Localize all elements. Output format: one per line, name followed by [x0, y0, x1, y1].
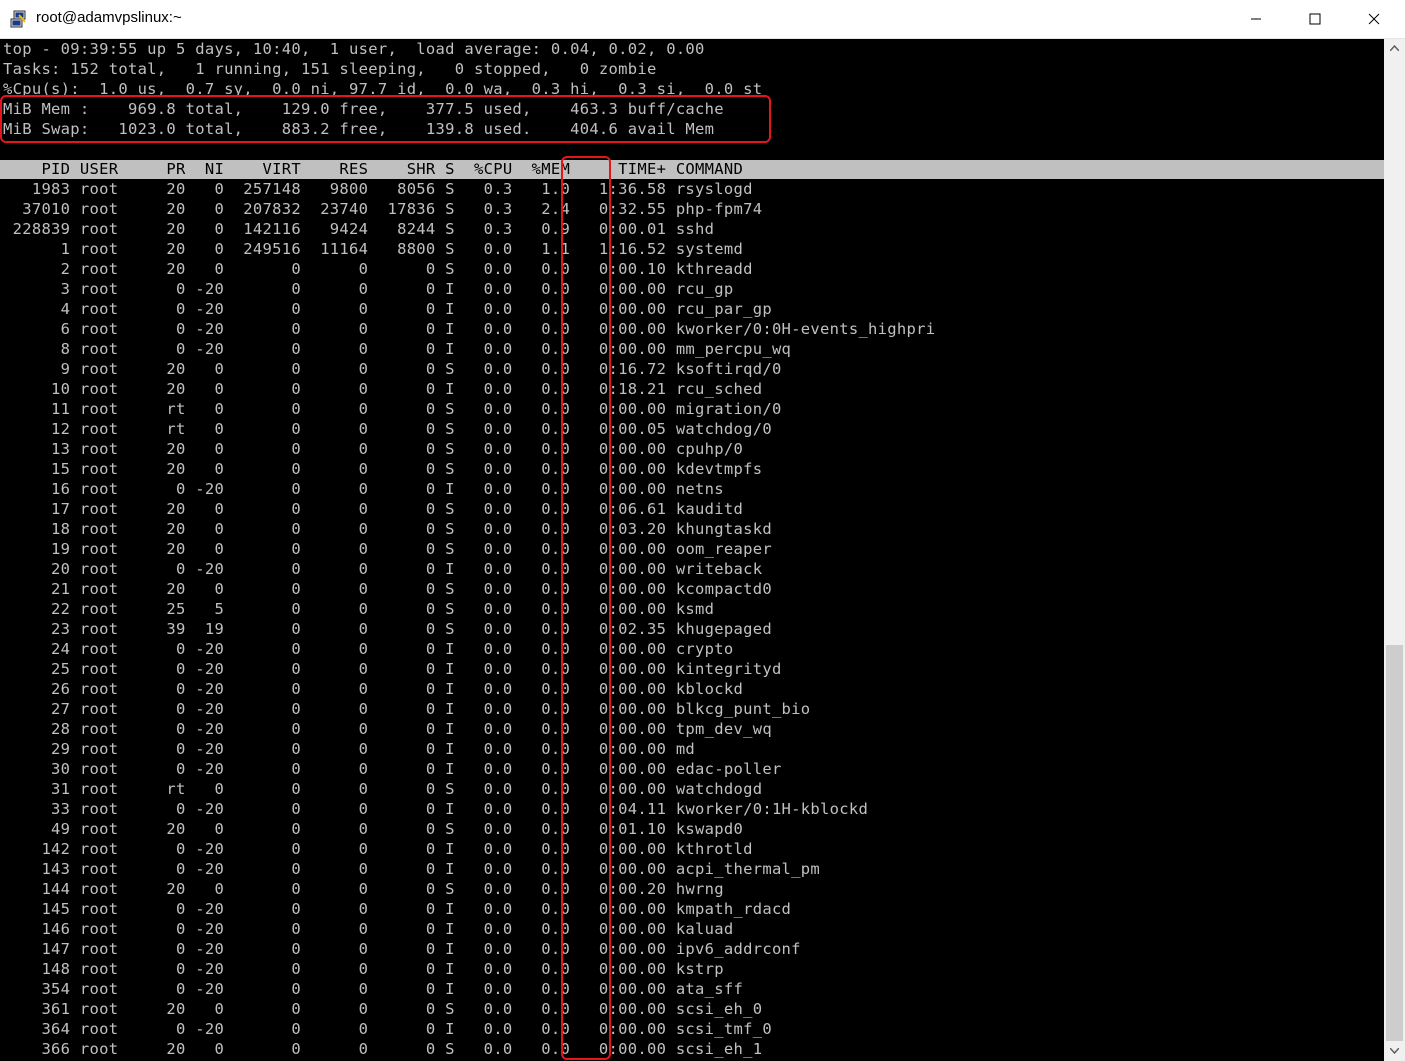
process-row: 11 root rt 0 0 0 0 S 0.0 0.0 0:00.00 mig… [3, 400, 782, 418]
close-icon [1368, 13, 1380, 25]
process-row: 145 root 0 -20 0 0 0 I 0.0 0.0 0:00.00 k… [3, 900, 792, 918]
process-row: 366 root 20 0 0 0 0 S 0.0 0.0 0:00.00 sc… [3, 1040, 763, 1058]
column-header: PID USER PR NI VIRT RES SHR S %CPU %MEM … [3, 160, 744, 178]
process-row: 22 root 25 5 0 0 0 S 0.0 0.0 0:00.00 ksm… [3, 600, 715, 618]
mem-line: MiB Mem : 969.8 total, 129.0 free, 377.5… [3, 100, 724, 118]
process-row: 2 root 20 0 0 0 0 S 0.0 0.0 0:00.10 kthr… [3, 260, 753, 278]
process-row: 29 root 0 -20 0 0 0 I 0.0 0.0 0:00.00 md [3, 740, 696, 758]
putty-icon [10, 10, 26, 28]
process-row: 31 root rt 0 0 0 0 S 0.0 0.0 0:00.00 wat… [3, 780, 763, 798]
process-row: 364 root 0 -20 0 0 0 I 0.0 0.0 0:00.00 s… [3, 1020, 772, 1038]
process-row: 12 root rt 0 0 0 0 S 0.0 0.0 0:00.05 wat… [3, 420, 772, 438]
scrollbar-thumb[interactable] [1386, 645, 1403, 1041]
close-button[interactable] [1345, 0, 1403, 38]
minimize-icon [1251, 18, 1261, 20]
process-row: 10 root 20 0 0 0 0 I 0.0 0.0 0:18.21 rcu… [3, 380, 763, 398]
process-row: 228839 root 20 0 142116 9424 8244 S 0.3 … [3, 220, 715, 238]
process-row: 4 root 0 -20 0 0 0 I 0.0 0.0 0:00.00 rcu… [3, 300, 772, 318]
process-row: 23 root 39 19 0 0 0 S 0.0 0.0 0:02.35 kh… [3, 620, 772, 638]
process-row: 6 root 0 -20 0 0 0 I 0.0 0.0 0:00.00 kwo… [3, 320, 936, 338]
process-row: 33 root 0 -20 0 0 0 I 0.0 0.0 0:04.11 kw… [3, 800, 869, 818]
cpu-line: %Cpu(s): 1.0 us, 0.7 sy, 0.0 ni, 97.7 id… [3, 80, 763, 98]
process-row: 18 root 20 0 0 0 0 S 0.0 0.0 0:03.20 khu… [3, 520, 772, 538]
process-row: 13 root 20 0 0 0 0 S 0.0 0.0 0:00.00 cpu… [3, 440, 744, 458]
minimize-button[interactable] [1227, 0, 1285, 38]
process-row: 37010 root 20 0 207832 23740 17836 S 0.3… [3, 200, 763, 218]
scroll-down-button[interactable] [1384, 1042, 1405, 1060]
process-row: 146 root 0 -20 0 0 0 I 0.0 0.0 0:00.00 k… [3, 920, 734, 938]
process-row: 15 root 20 0 0 0 0 S 0.0 0.0 0:00.00 kde… [3, 460, 763, 478]
window-title: root@adamvpslinux:~ [36, 9, 182, 26]
chevron-down-icon [1390, 1048, 1399, 1054]
title-bar[interactable]: root@adamvpslinux:~ [0, 0, 1405, 39]
process-row: 144 root 20 0 0 0 0 S 0.0 0.0 0:00.20 hw… [3, 880, 724, 898]
process-row: 19 root 20 0 0 0 0 S 0.0 0.0 0:00.00 oom… [3, 540, 772, 558]
process-row: 28 root 0 -20 0 0 0 I 0.0 0.0 0:00.00 tp… [3, 720, 772, 738]
process-row: 142 root 0 -20 0 0 0 I 0.0 0.0 0:00.00 k… [3, 840, 753, 858]
process-row: 27 root 0 -20 0 0 0 I 0.0 0.0 0:00.00 bl… [3, 700, 811, 718]
process-row: 17 root 20 0 0 0 0 S 0.0 0.0 0:06.61 kau… [3, 500, 744, 518]
process-row: 26 root 0 -20 0 0 0 I 0.0 0.0 0:00.00 kb… [3, 680, 744, 698]
process-row: 20 root 0 -20 0 0 0 I 0.0 0.0 0:00.00 wr… [3, 560, 763, 578]
process-row: 354 root 0 -20 0 0 0 I 0.0 0.0 0:00.00 a… [3, 980, 744, 998]
uptime-line: top - 09:39:55 up 5 days, 10:40, 1 user,… [3, 40, 705, 58]
swap-line: MiB Swap: 1023.0 total, 883.2 free, 139.… [3, 120, 715, 138]
scroll-up-button[interactable] [1384, 39, 1405, 57]
process-row: 49 root 20 0 0 0 0 S 0.0 0.0 0:01.10 ksw… [3, 820, 744, 838]
process-row: 361 root 20 0 0 0 0 S 0.0 0.0 0:00.00 sc… [3, 1000, 763, 1018]
process-row: 16 root 0 -20 0 0 0 I 0.0 0.0 0:00.00 ne… [3, 480, 724, 498]
maximize-icon [1309, 13, 1321, 25]
vertical-scrollbar[interactable] [1384, 39, 1405, 1061]
chevron-up-icon [1390, 45, 1399, 51]
process-row: 147 root 0 -20 0 0 0 I 0.0 0.0 0:00.00 i… [3, 940, 801, 958]
maximize-button[interactable] [1286, 0, 1344, 38]
process-row: 1983 root 20 0 257148 9800 8056 S 0.3 1.… [3, 180, 753, 198]
process-row: 21 root 20 0 0 0 0 S 0.0 0.0 0:00.00 kco… [3, 580, 772, 598]
process-row: 9 root 20 0 0 0 0 S 0.0 0.0 0:16.72 ksof… [3, 360, 782, 378]
process-row: 143 root 0 -20 0 0 0 I 0.0 0.0 0:00.00 a… [3, 860, 821, 878]
process-row: 8 root 0 -20 0 0 0 I 0.0 0.0 0:00.00 mm_… [3, 340, 792, 358]
process-row: 3 root 0 -20 0 0 0 I 0.0 0.0 0:00.00 rcu… [3, 280, 734, 298]
process-row: 148 root 0 -20 0 0 0 I 0.0 0.0 0:00.00 k… [3, 960, 724, 978]
process-row: 24 root 0 -20 0 0 0 I 0.0 0.0 0:00.00 cr… [3, 640, 734, 658]
process-row: 1 root 20 0 249516 11164 8800 S 0.0 1.1 … [3, 240, 744, 258]
terminal-screen[interactable]: top - 09:39:55 up 5 days, 10:40, 1 user,… [0, 39, 1384, 1061]
tasks-line: Tasks: 152 total, 1 running, 151 sleepin… [3, 60, 657, 78]
process-row: 30 root 0 -20 0 0 0 I 0.0 0.0 0:00.00 ed… [3, 760, 782, 778]
process-row: 25 root 0 -20 0 0 0 I 0.0 0.0 0:00.00 ki… [3, 660, 782, 678]
